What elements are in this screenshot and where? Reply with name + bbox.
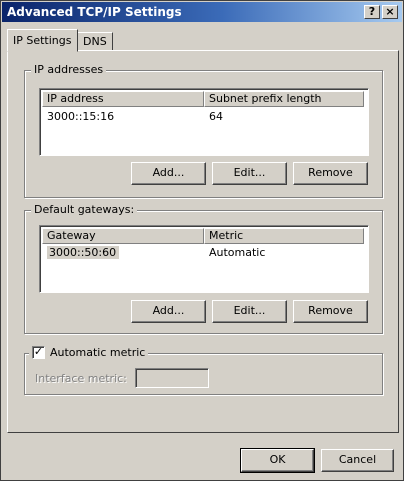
cancel-button[interactable]: Cancel	[321, 449, 394, 472]
ok-button[interactable]: OK	[240, 448, 315, 473]
column-header-ip-address[interactable]: IP address	[42, 91, 204, 107]
ip-addresses-group-label: IP addresses	[31, 63, 107, 76]
gateway-list[interactable]: Gateway Metric 3000::50:60 Automatic	[39, 225, 369, 293]
advanced-tcpip-dialog: Advanced TCP/IP Settings ? × IP Settings…	[0, 0, 404, 481]
ip-add-button[interactable]: Add...	[131, 162, 206, 185]
gateway-remove-button[interactable]: Remove	[293, 300, 368, 323]
ip-edit-button[interactable]: Edit...	[212, 162, 287, 185]
metric-cell: Automatic	[209, 246, 266, 259]
table-row[interactable]: 3000::15:16 64	[42, 109, 364, 125]
automatic-metric-checkbox[interactable]: ✓	[32, 346, 45, 359]
ip-remove-button[interactable]: Remove	[293, 162, 368, 185]
column-header-subnet-prefix-length[interactable]: Subnet prefix length	[204, 91, 364, 107]
interface-metric-label: Interface metric:	[35, 372, 127, 385]
title-bar: Advanced TCP/IP Settings ? ×	[2, 2, 402, 22]
default-gateways-group: Default gateways: Gateway Metric 3000::5…	[24, 203, 383, 334]
close-button[interactable]: ×	[382, 5, 398, 19]
automatic-metric-checkbox-row[interactable]: ✓ Automatic metric	[29, 346, 149, 359]
automatic-metric-group: ✓ Automatic metric Interface metric:	[24, 346, 383, 395]
window-title: Advanced TCP/IP Settings	[7, 5, 182, 19]
tab-dns[interactable]: DNS	[77, 32, 113, 51]
ip-settings-panel: IP addresses IP address Subnet prefix le…	[7, 50, 399, 433]
help-button[interactable]: ?	[364, 5, 380, 19]
ip-address-list-header: IP address Subnet prefix length	[42, 91, 364, 107]
ip-addresses-group: IP addresses IP address Subnet prefix le…	[24, 63, 383, 198]
interface-metric-input[interactable]	[135, 368, 209, 388]
column-header-gateway[interactable]: Gateway	[42, 228, 204, 244]
table-row[interactable]: 3000::50:60 Automatic	[42, 245, 364, 261]
automatic-metric-label[interactable]: Automatic metric	[50, 346, 145, 359]
gateway-cell: 3000::50:60	[47, 246, 120, 259]
ip-address-cell: 3000::15:16	[47, 110, 115, 123]
gateway-add-button[interactable]: Add...	[131, 300, 206, 323]
gateway-list-header: Gateway Metric	[42, 228, 364, 244]
gateway-edit-button[interactable]: Edit...	[212, 300, 287, 323]
default-gateways-group-label: Default gateways:	[31, 203, 138, 216]
tab-ip-settings[interactable]: IP Settings	[7, 29, 78, 52]
column-header-metric[interactable]: Metric	[204, 228, 364, 244]
subnet-prefix-cell: 64	[209, 110, 223, 123]
ip-address-list[interactable]: IP address Subnet prefix length 3000::15…	[39, 88, 369, 156]
